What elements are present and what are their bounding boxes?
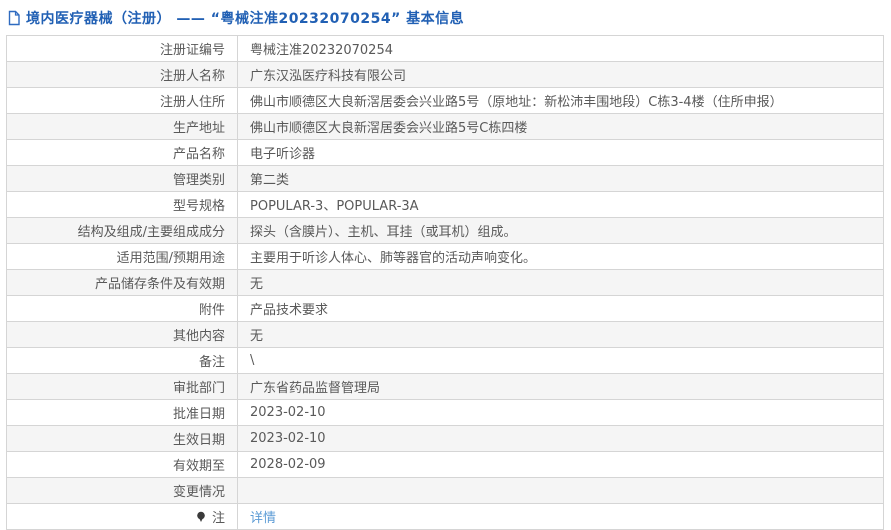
- table-row: 注册人名称 广东汉泓医疗科技有限公司: [6, 61, 884, 88]
- row-value: 主要用于听诊人体心、肺等器官的活动声响变化。: [250, 251, 537, 266]
- row-label: 管理类别: [172, 173, 225, 188]
- row-label: 产品名称: [172, 147, 225, 162]
- row-label: 变更情况: [172, 485, 225, 500]
- row-value: 粤械注准20232070254: [250, 43, 393, 58]
- row-value-cell: 广东省药品监督管理局: [237, 373, 884, 400]
- row-label: 结构及组成/主要组成成分: [77, 225, 225, 240]
- row-value: 2028-02-09: [250, 457, 326, 472]
- row-label-cell: 审批部门: [6, 373, 238, 400]
- row-value: \: [250, 353, 255, 368]
- row-label-cell: 注: [6, 503, 238, 530]
- row-value: 探头（含膜片）、主机、耳挂（或耳机）组成。: [250, 225, 517, 240]
- row-label-cell: 注册人名称: [6, 61, 238, 88]
- table-row: 变更情况: [6, 477, 884, 504]
- document-icon: [7, 10, 21, 26]
- row-label: 备注: [198, 355, 225, 370]
- row-label: 其他内容: [172, 329, 225, 344]
- table-row: 其他内容 无: [6, 321, 884, 348]
- table-row: 注册人住所 佛山市顺德区大良新滘居委会兴业路5号（原地址：新松沛丰围地段）C栋3…: [6, 87, 884, 114]
- table-row: 有效期至 2028-02-09: [6, 451, 884, 478]
- row-label-cell: 型号规格: [6, 191, 238, 218]
- row-label: 注册证编号: [159, 43, 225, 58]
- row-value-cell: 2023-02-10: [237, 425, 884, 452]
- row-value-cell: POPULAR-3、POPULAR-3A: [237, 191, 884, 218]
- page-header: 境内医疗器械（注册） —— “粤械注准20232070254” 基本信息: [0, 0, 891, 35]
- table-row: 产品储存条件及有效期 无: [6, 269, 884, 296]
- row-value: 第二类: [250, 173, 290, 188]
- row-label-cell: 产品名称: [6, 139, 238, 166]
- row-label: 注: [211, 511, 225, 526]
- row-value-cell: 无: [237, 321, 884, 348]
- row-value-cell: 佛山市顺德区大良新滘居委会兴业路5号C栋四楼: [237, 113, 884, 140]
- row-value: 广东省药品监督管理局: [250, 381, 381, 396]
- row-label: 有效期至: [172, 459, 225, 474]
- table-row: 附件 产品技术要求: [6, 295, 884, 322]
- row-value-cell: 粤械注准20232070254: [237, 35, 884, 62]
- row-value-cell: 第二类: [237, 165, 884, 192]
- row-label: 批准日期: [172, 407, 225, 422]
- table-row: 型号规格 POPULAR-3、POPULAR-3A: [6, 191, 884, 218]
- row-value: 佛山市顺德区大良新滘居委会兴业路5号C栋四楼: [250, 121, 528, 136]
- page-title: 境内医疗器械（注册） —— “粤械注准20232070254” 基本信息: [26, 11, 465, 27]
- row-label-cell: 生产地址: [6, 113, 238, 140]
- row-label-cell: 批准日期: [6, 399, 238, 426]
- row-label-cell: 注册证编号: [6, 35, 238, 62]
- registration-info-table: 注册证编号 粤械注准20232070254 注册人名称 广东汉泓医疗科技有限公司…: [6, 35, 884, 530]
- table-row: 备注 \: [6, 347, 884, 374]
- row-value-cell: \: [237, 347, 884, 374]
- row-label: 产品储存条件及有效期: [94, 277, 225, 292]
- row-value-cell: 无: [237, 269, 884, 296]
- row-value-cell: 2023-02-10: [237, 399, 884, 426]
- row-label-cell: 产品储存条件及有效期: [6, 269, 238, 296]
- row-value: 产品技术要求: [250, 303, 329, 318]
- row-label: 注册人名称: [159, 69, 225, 84]
- row-label: 生效日期: [172, 433, 225, 448]
- row-value: 无: [250, 329, 264, 344]
- row-value-cell: 2028-02-09: [237, 451, 884, 478]
- row-label-cell: 有效期至: [6, 451, 238, 478]
- table-row: 生效日期 2023-02-10: [6, 425, 884, 452]
- row-value-cell: 广东汉泓医疗科技有限公司: [237, 61, 884, 88]
- row-label-cell: 适用范围/预期用途: [6, 243, 238, 270]
- table-row: 生产地址 佛山市顺德区大良新滘居委会兴业路5号C栋四楼: [6, 113, 884, 140]
- row-label-cell: 变更情况: [6, 477, 238, 504]
- row-value-cell: 电子听诊器: [237, 139, 884, 166]
- row-label: 适用范围/预期用途: [116, 251, 225, 266]
- table-row: 批准日期 2023-02-10: [6, 399, 884, 426]
- row-label: 生产地址: [172, 121, 225, 136]
- row-value: 2023-02-10: [250, 405, 326, 420]
- row-value: 佛山市顺德区大良新滘居委会兴业路5号（原地址：新松沛丰围地段）C栋3-4楼（住所…: [250, 95, 783, 110]
- row-value: 电子听诊器: [250, 147, 316, 162]
- table-row: 注册证编号 粤械注准20232070254: [6, 35, 884, 62]
- row-label-cell: 附件: [6, 295, 238, 322]
- row-value: 无: [250, 277, 264, 292]
- row-label: 审批部门: [172, 381, 225, 396]
- details-link[interactable]: 详情: [250, 511, 276, 526]
- table-row: 结构及组成/主要组成成分 探头（含膜片）、主机、耳挂（或耳机）组成。: [6, 217, 884, 244]
- row-label-cell: 注册人住所: [6, 87, 238, 114]
- row-label-cell: 其他内容: [6, 321, 238, 348]
- row-value-cell: 主要用于听诊人体心、肺等器官的活动声响变化。: [237, 243, 884, 270]
- row-label-cell: 管理类别: [6, 165, 238, 192]
- row-label-cell: 结构及组成/主要组成成分: [6, 217, 238, 244]
- table-row: 产品名称 电子听诊器: [6, 139, 884, 166]
- row-value-cell: 详情: [237, 503, 884, 530]
- row-label: 型号规格: [172, 199, 225, 214]
- table-row: 适用范围/预期用途 主要用于听诊人体心、肺等器官的活动声响变化。: [6, 243, 884, 270]
- row-value: 2023-02-10: [250, 431, 326, 446]
- row-value: POPULAR-3、POPULAR-3A: [250, 199, 419, 214]
- table-row: 管理类别 第二类: [6, 165, 884, 192]
- table-row: 审批部门 广东省药品监督管理局: [6, 373, 884, 400]
- row-label: 附件: [198, 303, 225, 318]
- row-value: 广东汉泓医疗科技有限公司: [250, 69, 407, 84]
- row-value-cell: [237, 477, 884, 504]
- row-label-cell: 生效日期: [6, 425, 238, 452]
- row-label-cell: 备注: [6, 347, 238, 374]
- row-label: 注册人住所: [159, 95, 225, 110]
- row-value-cell: 产品技术要求: [237, 295, 884, 322]
- row-value-cell: 探头（含膜片）、主机、耳挂（或耳机）组成。: [237, 217, 884, 244]
- row-value-cell: 佛山市顺德区大良新滘居委会兴业路5号（原地址：新松沛丰围地段）C栋3-4楼（住所…: [237, 87, 884, 114]
- table-row: 注 详情: [6, 503, 884, 530]
- note-icon: [196, 511, 206, 523]
